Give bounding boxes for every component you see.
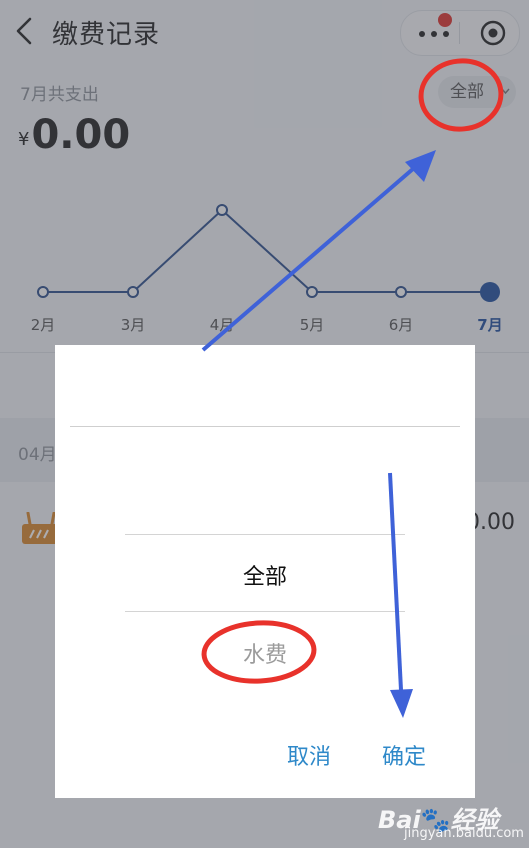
picker-selection-line-top [125, 534, 405, 535]
picker-selection-line-bottom [125, 611, 405, 612]
cancel-button[interactable]: 取消 [287, 739, 331, 771]
watermark-url: jingyan.baidu.com [404, 826, 524, 841]
confirm-button[interactable]: 确定 [382, 739, 426, 771]
app-screen: 缴费记录 7月共支出 ¥0.00 全部 2月 3月 4月 5月 6月 7月 04月 [0, 0, 529, 848]
picker-option-all[interactable]: 全部 [55, 559, 475, 591]
dialog-header-divider [70, 426, 460, 427]
type-picker-dialog: 全部 水费 取消 确定 [55, 345, 475, 798]
picker-option-water[interactable]: 水费 [55, 637, 475, 669]
